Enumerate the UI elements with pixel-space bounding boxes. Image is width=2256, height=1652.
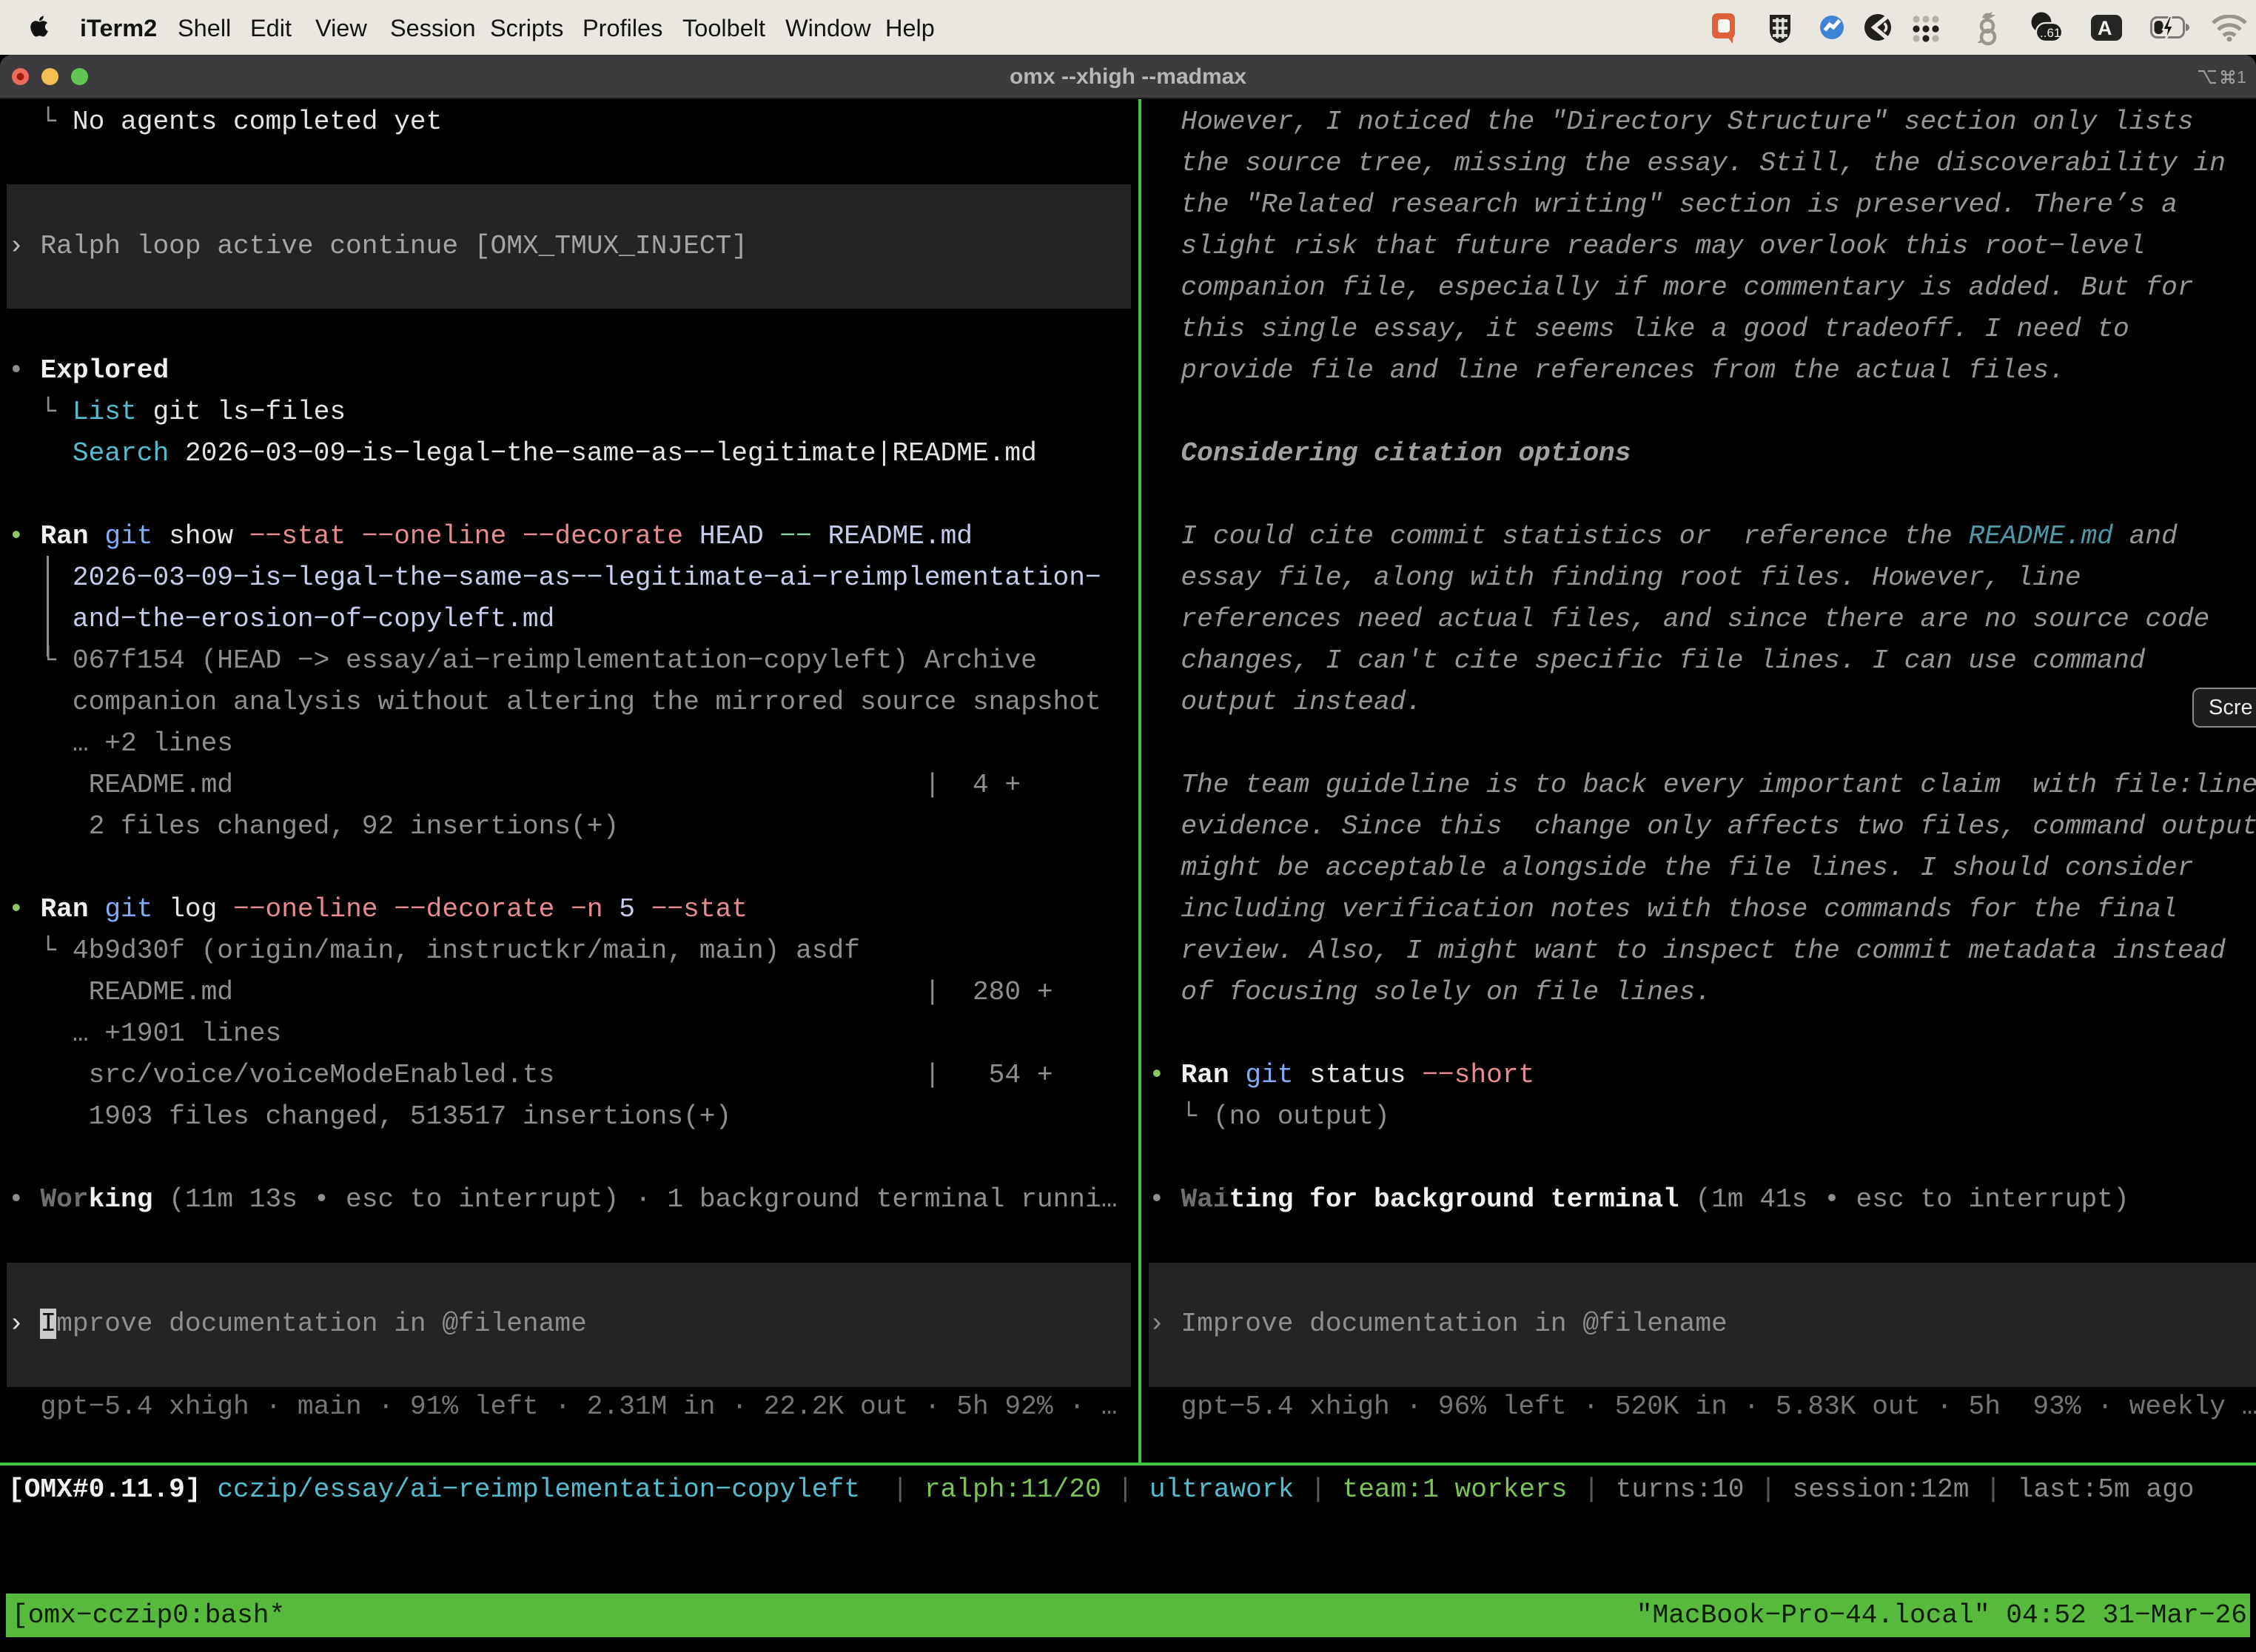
svg-text:..61: ..61 <box>2040 26 2061 40</box>
svg-text:1: 1 <box>2237 67 2246 87</box>
svg-text:A: A <box>2098 17 2112 39</box>
